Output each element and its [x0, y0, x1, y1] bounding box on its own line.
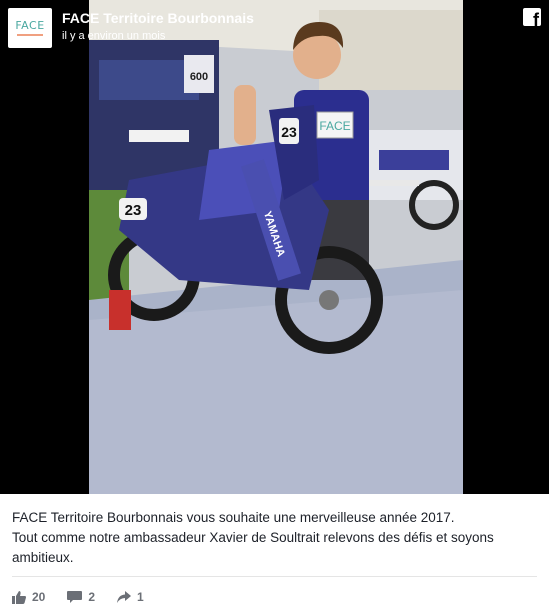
thumbs-up-icon: [12, 590, 26, 604]
page-avatar[interactable]: FACE: [8, 8, 52, 48]
share-icon: [117, 591, 132, 603]
like-count: 20: [32, 590, 46, 604]
post-message: FACE Territoire Bourbonnais vous souhait…: [12, 508, 537, 568]
rally-rider-photo: 600 FACE YAMAHA 23 23: [89, 0, 463, 494]
message-line: Tout comme notre ambassadeur Xavier de S…: [12, 530, 494, 565]
comment-count: 2: [88, 590, 96, 604]
share-count: 1: [137, 590, 144, 604]
post-photo[interactable]: 600 FACE YAMAHA 23 23: [89, 0, 463, 494]
footer-divider: [12, 576, 537, 577]
facebook-post-embed: 600 FACE YAMAHA 23 23 FACE FACE Territoi…: [0, 0, 549, 615]
page-name-link[interactable]: FACE Territoire Bourbonnais: [62, 10, 254, 26]
post-timestamp-link[interactable]: il y a environ un mois: [62, 30, 165, 42]
bike-number-front: 23: [281, 124, 297, 140]
page-avatar-accent: [17, 34, 43, 36]
face-sign-text: FACE: [319, 119, 350, 133]
bike-number-side: 23: [125, 202, 142, 219]
facebook-icon[interactable]: f: [523, 8, 541, 26]
share-button[interactable]: 1: [117, 590, 144, 604]
comment-icon: [67, 590, 83, 603]
like-button[interactable]: 20: [12, 590, 45, 604]
post-footer: 20 2 1: [12, 586, 166, 608]
comment-button[interactable]: 2: [67, 590, 95, 604]
page-avatar-text: FACE: [15, 19, 45, 32]
message-line: FACE Territoire Bourbonnais vous souhait…: [12, 510, 455, 525]
post-media[interactable]: 600 FACE YAMAHA 23 23 FACE FACE Territoi…: [0, 0, 549, 494]
post-header: FACE FACE Territoire Bourbonnais il y a …: [0, 0, 549, 56]
truck-number: 600: [190, 71, 208, 83]
